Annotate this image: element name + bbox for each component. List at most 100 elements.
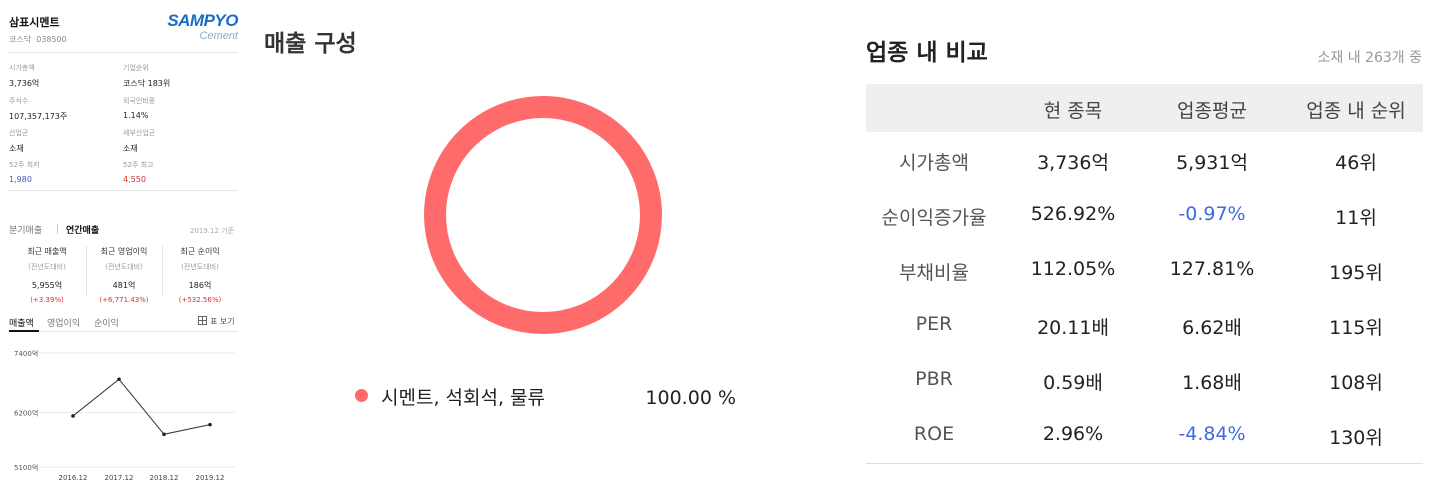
tab-separator [57,224,58,234]
info-label: 52주 최고 [123,161,154,169]
industry-rank: 108위 [1329,372,1383,394]
y-tick-label: 6200억 [14,409,38,417]
legend-color-dot [355,389,368,402]
row-label: ROE [913,423,955,445]
info-value: 코스닥 183위 [123,79,171,88]
stat-recent-net-income: 최근 순이익 (전년도대비) 186억 (+532.56%) [162,246,238,304]
info-company-rank: 기업순위 코스닥 183위 [123,63,170,89]
column-header: 업종평균 [1177,100,1247,122]
current-value: 3,736억 [1037,152,1109,174]
tab-chart-operating-profit[interactable]: 영업이익 [47,316,80,329]
info-label: 기업순위 [123,64,149,72]
info-label: 산업군 [9,129,29,137]
stat-change: (+3.39%) [30,296,64,304]
stock-code: 038500 [36,35,67,44]
x-tick-label: 2017.12 [105,474,134,482]
row-label: 시가총액 [899,152,969,174]
current-value: 112.05% [1030,258,1116,280]
info-value: 1,980 [9,175,32,184]
table-view-button[interactable]: 표 보기 [198,316,235,327]
stat-recent-sales: 최근 매출액 (전년도대비) 5,955억 (+3.39%) [9,246,85,304]
info-value: 4,550 [123,175,146,184]
data-point [117,377,121,382]
market-code: 코스닥 038500 [9,34,67,45]
stat-sub: (전년도대비) [181,263,219,271]
row-label: 순이익증가율 [881,207,987,229]
industry-average: -4.84% [1178,423,1246,445]
stat-change: (+6,771.43%) [99,296,149,304]
info-value: 107,357,173주 [9,112,68,121]
info-market-cap: 시가총액 3,736억 [9,63,39,89]
company-summary-panel: 삼표시멘트 코스닥 038500 SAMPYO Cement 시가총액 3,73… [0,0,246,500]
data-point [208,422,212,427]
legend-value: 100.00 % [645,387,736,409]
table-icon [198,316,207,325]
info-label: 외국인비중 [123,97,156,105]
stat-title: 최근 영업이익 [100,247,148,256]
stat-title: 최근 매출액 [27,247,67,256]
info-label: 52주 최저 [9,161,40,169]
industry-average: 127.81% [1169,258,1255,280]
divider [9,52,238,53]
info-shares: 주식수 107,357,173주 [9,96,67,122]
table-view-label: 표 보기 [210,317,235,326]
sales-series-line [72,378,211,435]
sales-line-chart: 7400억 6200억 5100억 2016.12 2017.12 2018.12 2019… [14,350,235,482]
info-foreign-ratio: 외국인비중 1.14% [123,96,155,120]
company-logo: SAMPYO Cement [152,12,238,48]
donut-slice [424,96,662,334]
current-value: 0.59배 [1043,372,1103,394]
info-52w-high: 52주 최고 4,550 [123,160,153,184]
as-of-date: 2019.12 기준 [190,227,235,235]
tab-chart-net-income[interactable]: 순이익 [94,316,119,329]
x-tick-label: 2019.12 [196,474,225,482]
info-sub-industry: 세부산업군 소재 [123,128,155,154]
tab-annual-sales[interactable]: 연간매출 [66,223,99,236]
divider [9,190,238,191]
logo-text: SAMPYO [167,11,238,30]
revenue-donut-chart [424,96,662,334]
current-value: 20.11배 [1037,317,1109,339]
industry-rank: 195위 [1329,262,1383,284]
legend-label: 시멘트, 석회석, 물류 [381,387,545,409]
market-name: 코스닥 [9,35,32,44]
revenue-composition-title: 매출 구성 [264,31,357,57]
stat-recent-operating-profit: 최근 영업이익 (전년도대비) 481억 (+6,771.43%) [86,246,162,304]
info-industry: 산업군 소재 [9,128,28,154]
info-label: 주식수 [9,97,29,105]
logo-sub: Cement [199,30,238,42]
industry-rank: 130위 [1329,427,1383,449]
industry-average: -0.97% [1178,203,1246,225]
stat-sub: (전년도대비) [105,263,143,271]
tab-chart-sales[interactable]: 매출액 [9,316,34,329]
column-header: 현 종목 [1043,100,1103,122]
info-value: 1.14% [123,111,149,120]
active-tab-underline [9,330,39,332]
current-value: 526.92% [1030,203,1116,225]
data-point [162,432,166,437]
industry-compare-title: 업종 내 비교 [866,40,988,66]
divider [866,463,1423,464]
divider [9,331,238,332]
tab-quarterly-sales[interactable]: 분기매출 [9,223,42,236]
industry-average: 6.62배 [1182,317,1242,339]
data-point [71,414,75,418]
row-label: PBR [915,368,953,390]
column-header: 업종 내 순위 [1306,100,1406,122]
info-value: 3,736억 [9,79,40,88]
x-tick-label: 2016.12 [59,474,88,482]
industry-count-note: 소재 내 263개 중 [1317,50,1422,66]
stat-value: 5,955억 [31,281,63,290]
stat-title: 최근 순이익 [180,247,220,256]
row-label: PER [915,313,953,335]
stat-value: 481억 [112,281,136,290]
row-label: 부채비율 [899,262,969,284]
industry-average: 1.68배 [1182,372,1242,394]
industry-average: 5,931억 [1176,152,1248,174]
info-value: 소재 [9,144,24,153]
stat-value: 186억 [188,281,212,290]
info-label: 시가총액 [9,64,35,72]
y-tick-label: 7400억 [14,350,38,358]
company-name: 삼표시멘트 [9,16,60,29]
stat-change: (+532.56%) [178,296,222,304]
